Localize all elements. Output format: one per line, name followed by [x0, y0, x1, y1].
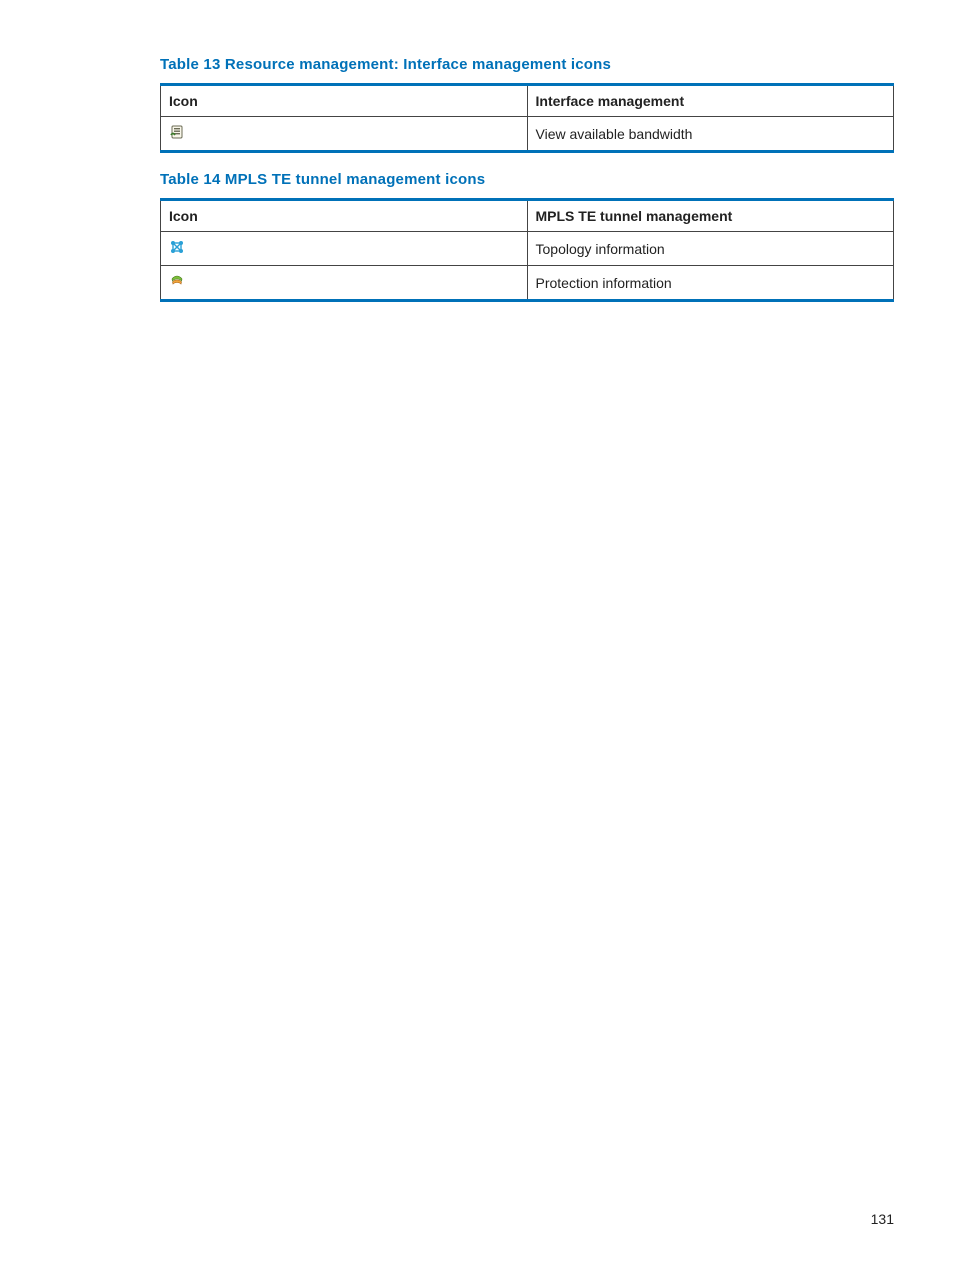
table13-header-desc: Interface management	[527, 85, 894, 117]
bandwidth-icon-cell	[161, 117, 528, 152]
table13: Icon Interface management	[160, 83, 894, 153]
table14: Icon MPLS TE tunnel management	[160, 198, 894, 302]
bandwidth-icon	[169, 124, 185, 143]
table14-header-desc: MPLS TE tunnel management	[527, 200, 894, 232]
table13-header-icon: Icon	[161, 85, 528, 117]
page-number: 131	[871, 1211, 894, 1227]
table-row: Topology information	[161, 232, 894, 266]
protection-icon	[169, 273, 185, 292]
topology-icon-cell	[161, 232, 528, 266]
table14-row1-desc: Protection information	[527, 266, 894, 301]
table14-row0-desc: Topology information	[527, 232, 894, 266]
protection-icon-cell	[161, 266, 528, 301]
table-row: Protection information	[161, 266, 894, 301]
table13-row0-desc: View available bandwidth	[527, 117, 894, 152]
table13-caption: Table 13 Resource management: Interface …	[160, 56, 894, 73]
table14-caption: Table 14 MPLS TE tunnel management icons	[160, 171, 894, 188]
table-row: View available bandwidth	[161, 117, 894, 152]
topology-icon	[169, 239, 185, 258]
table14-header-icon: Icon	[161, 200, 528, 232]
